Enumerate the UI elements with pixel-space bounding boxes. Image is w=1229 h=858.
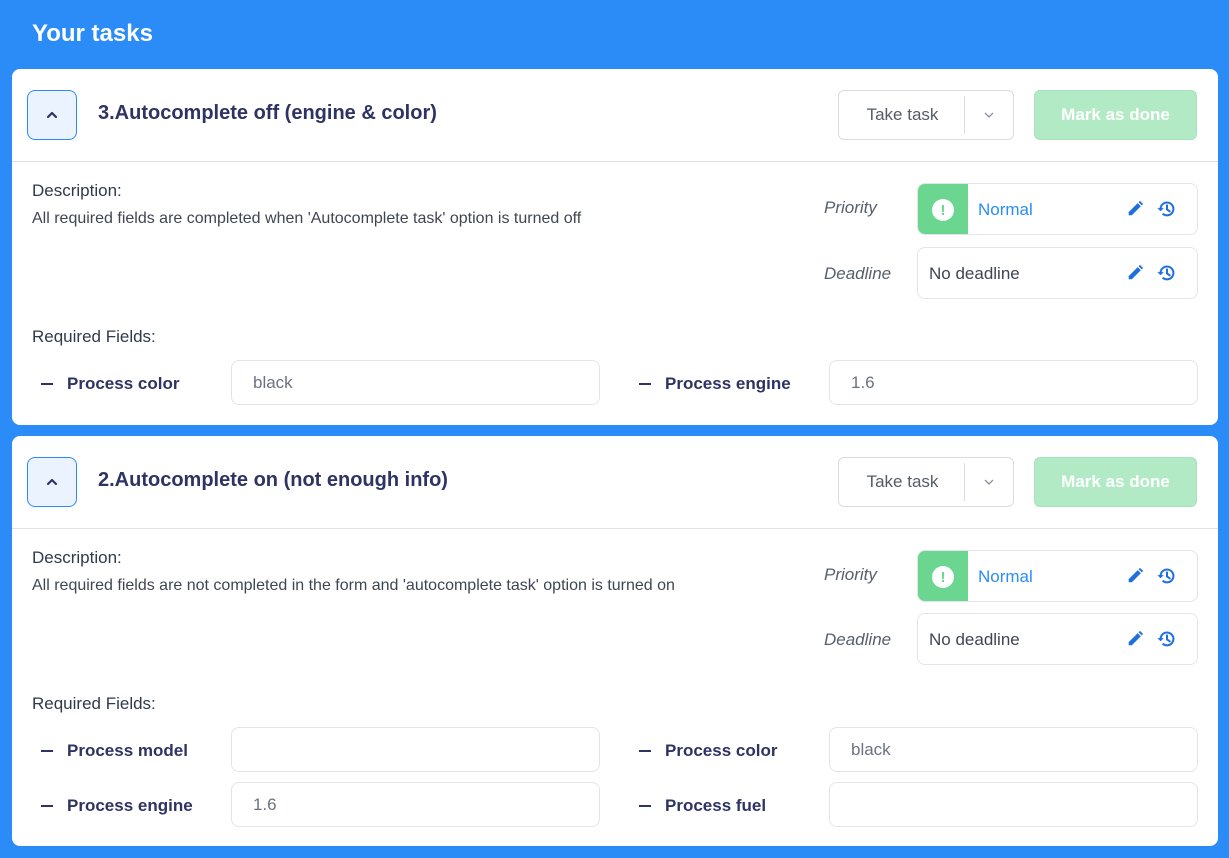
required-fields-label: Required Fields: [32,327,156,346]
priority-indicator: ! [918,184,968,234]
priority-history-button[interactable] [1156,565,1178,587]
edit-priority-button[interactable] [1124,198,1146,220]
process-engine-input[interactable] [829,360,1198,405]
field-bullet [41,805,53,807]
field-bullet [639,383,651,385]
take-task-dropdown[interactable]: Take task [838,90,1014,140]
mark-as-done-button[interactable]: Mark as done [1034,90,1197,140]
deadline-box: No deadline [917,247,1198,299]
process-model-input[interactable] [231,727,600,772]
take-task-dropdown[interactable]: Take task [838,457,1014,507]
mark-as-done-button[interactable]: Mark as done [1034,457,1197,507]
pencil-icon [1128,200,1144,216]
field-name: Process fuel [665,796,767,815]
history-icon [1157,568,1175,584]
priority-indicator: ! [918,551,968,601]
description-text: All required fields are not completed in… [32,577,675,594]
priority-value: Normal [978,200,1033,219]
field-bullet [639,805,651,807]
edit-priority-button[interactable] [1124,565,1146,587]
description-text: All required fields are completed when '… [32,210,582,227]
deadline-value: No deadline [929,264,1020,283]
process-fuel-input[interactable] [829,782,1198,827]
priority-label: Priority [824,198,877,217]
field-bullet [639,750,651,752]
deadline-label: Deadline [824,630,892,649]
deadline-label: Deadline [824,264,892,283]
collapse-button[interactable] [27,457,77,507]
priority-value: Normal [978,567,1033,586]
take-task-button[interactable]: Take task [839,472,964,492]
take-task-toggle[interactable] [965,111,1013,119]
chevron-up-icon [46,478,58,486]
take-task-button[interactable]: Take task [839,105,964,125]
priority-label: Priority [824,565,877,584]
deadline-history-button[interactable] [1156,262,1178,284]
required-fields-label: Required Fields: [32,694,156,713]
chevron-down-icon [984,479,994,485]
field-bullet [41,750,53,752]
deadline-history-button[interactable] [1156,628,1178,650]
chevron-down-icon [984,112,994,118]
process-engine-input[interactable] [231,782,600,827]
exclamation-icon: ! [932,566,954,588]
description-label: Description: [32,548,122,567]
edit-deadline-button[interactable] [1124,262,1146,284]
deadline-value: No deadline [929,630,1020,649]
history-icon [1157,201,1175,217]
process-color-input[interactable] [231,360,600,405]
priority-box: ! Normal [917,183,1198,235]
field-name: Process color [665,741,778,760]
field-bullet [41,383,53,385]
field-name: Process color [67,374,180,393]
exclamation-icon: ! [932,199,954,221]
task-card: 3.Autocomplete off (engine & color) Take… [12,69,1218,425]
description-label: Description: [32,181,122,200]
field-name: Process engine [67,796,193,815]
task-title: 2.Autocomplete on (not enough info) [98,469,448,491]
tasks-panel: Your tasks 3.Autocomplete off (engine & … [0,0,1229,858]
take-task-toggle[interactable] [965,478,1013,486]
collapse-button[interactable] [27,90,77,140]
process-color-input[interactable] [829,727,1198,772]
pencil-icon [1128,567,1144,583]
task-card-header: 2.Autocomplete on (not enough info) Take… [12,436,1218,529]
pencil-icon [1128,264,1144,280]
history-icon [1157,631,1175,647]
priority-history-button[interactable] [1156,198,1178,220]
field-name: Process model [67,741,188,760]
task-card: 2.Autocomplete on (not enough info) Take… [12,436,1218,846]
field-name: Process engine [665,374,791,393]
task-card-header: 3.Autocomplete off (engine & color) Take… [12,69,1218,162]
history-icon [1157,265,1175,281]
edit-deadline-button[interactable] [1124,628,1146,650]
task-title: 3.Autocomplete off (engine & color) [98,102,437,124]
panel-title: Your tasks [32,20,153,47]
priority-box: ! Normal [917,550,1198,602]
deadline-box: No deadline [917,613,1198,665]
chevron-up-icon [46,111,58,119]
pencil-icon [1128,630,1144,646]
